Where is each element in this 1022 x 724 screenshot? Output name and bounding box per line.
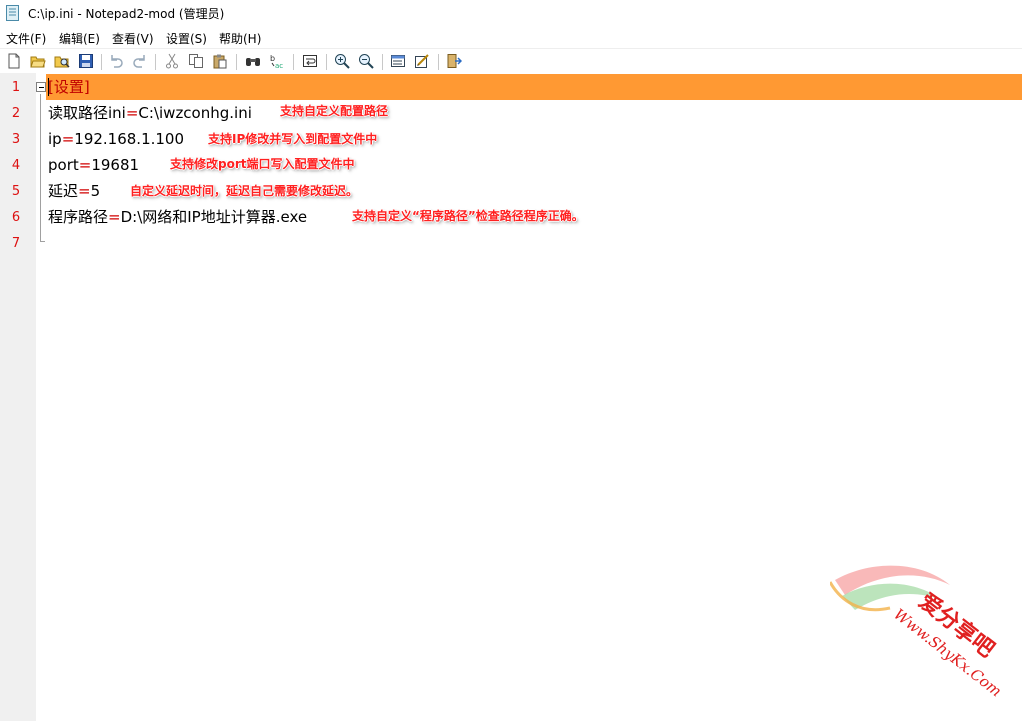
zoom-out-icon[interactable] (358, 53, 374, 69)
config-value: 192.168.1.100 (74, 130, 185, 148)
new-file-icon[interactable] (6, 53, 22, 69)
toolbar-separator (438, 54, 439, 70)
annotation-port: 支持修改port端口写入配置文件中 (170, 157, 355, 171)
browse-icon[interactable] (54, 53, 70, 69)
replace-icon[interactable]: b ac (269, 53, 285, 69)
config-key: 延迟 (48, 182, 79, 200)
menu-view[interactable]: 查看(V) (112, 30, 154, 47)
toolbar: b ac (0, 48, 1022, 74)
line-number: 7 (11, 236, 21, 251)
word-wrap-icon[interactable] (302, 53, 318, 69)
paste-icon[interactable] (212, 53, 228, 69)
window-title: C:\ip.ini - Notepad2-mod (管理员) (28, 7, 225, 21)
editor-line-1[interactable]: [设置] (48, 74, 90, 100)
annotation-program-path: 支持自定义“程序路径”检查路径程序正确。 (352, 209, 584, 223)
line-number: 1 (11, 80, 21, 95)
zoom-in-icon[interactable] (334, 53, 350, 69)
config-key: 程序路径 (48, 208, 109, 226)
redo-icon[interactable] (132, 53, 148, 69)
line-number: 2 (11, 106, 21, 121)
menu-edit[interactable]: 编辑(E) (59, 30, 100, 47)
fold-guide (40, 94, 41, 242)
line-number: 5 (11, 184, 21, 199)
equals-sign: = (108, 208, 121, 226)
svg-text:ac: ac (275, 62, 283, 69)
customize-icon[interactable] (414, 53, 430, 69)
config-value: D:\网络和IP地址计算器.exe (120, 208, 308, 226)
config-key: ip (48, 130, 62, 148)
toolbar-separator (101, 54, 102, 70)
config-key: port (48, 156, 79, 174)
editor-line-5[interactable]: 延迟=5 (48, 178, 100, 204)
editor-line-6[interactable]: 程序路径=D:\网络和IP地址计算器.exe (48, 204, 307, 230)
fold-margin (36, 73, 46, 721)
config-value: 5 (90, 182, 101, 200)
exit-icon[interactable] (446, 53, 462, 69)
copy-icon[interactable] (188, 53, 204, 69)
toolbar-separator (382, 54, 383, 70)
current-line-highlight (46, 74, 1022, 100)
line-number: 3 (11, 132, 21, 147)
editor-line-2[interactable]: 读取路径ini=C:\iwzconhg.ini (48, 100, 252, 126)
fold-collapse-icon[interactable] (36, 82, 46, 92)
watermark-swoosh-icon: 爱分享吧 Www.ShyKx.Com (828, 565, 1005, 700)
undo-icon[interactable] (108, 53, 124, 69)
toolbar-separator (326, 54, 327, 70)
line-number: 4 (11, 158, 21, 173)
toolbar-separator (236, 54, 237, 70)
equals-sign: = (78, 182, 91, 200)
open-file-icon[interactable] (30, 53, 46, 69)
equals-sign: = (78, 156, 92, 174)
cut-icon[interactable] (164, 53, 180, 69)
config-key: 读取路径ini (48, 104, 126, 122)
text-caret (48, 78, 49, 96)
line-number-gutter: 1 2 3 4 5 6 7 (0, 73, 36, 721)
menu-file[interactable]: 文件(F) (6, 30, 46, 47)
editor-line-4[interactable]: port=19681 (48, 152, 139, 178)
equals-sign: = (61, 130, 75, 148)
fold-guide-end (40, 241, 45, 242)
save-icon[interactable] (78, 53, 94, 69)
annotation-delay: 自定义延迟时间，延迟自己需要修改延迟。 (130, 184, 359, 198)
toolbar-separator (155, 54, 156, 70)
toolbar-separator (293, 54, 294, 70)
title-bar: C:\ip.ini - Notepad2-mod (管理员) (0, 0, 1022, 26)
menu-settings[interactable]: 设置(S) (166, 30, 207, 47)
annotation-ip: 支持IP修改并写入到配置文件中 (208, 132, 378, 146)
watermark-logo: 爱分享吧 Www.ShyKx.Com (828, 560, 1020, 720)
editor-line-3[interactable]: ip=192.168.1.100 (48, 126, 184, 152)
scheme-icon[interactable] (390, 53, 406, 69)
config-value: C:\iwzconhg.ini (138, 104, 252, 122)
annotation-config-path: 支持自定义配置路径 (280, 104, 389, 118)
equals-sign: = (125, 104, 139, 122)
find-icon[interactable] (245, 53, 261, 69)
menu-bar: 文件(F) 编辑(E) 查看(V) 设置(S) 帮助(H) (0, 27, 1022, 47)
line-number: 6 (11, 210, 21, 225)
notepad-app-icon (6, 5, 19, 21)
config-value: 19681 (91, 156, 140, 174)
menu-help[interactable]: 帮助(H) (219, 30, 261, 47)
